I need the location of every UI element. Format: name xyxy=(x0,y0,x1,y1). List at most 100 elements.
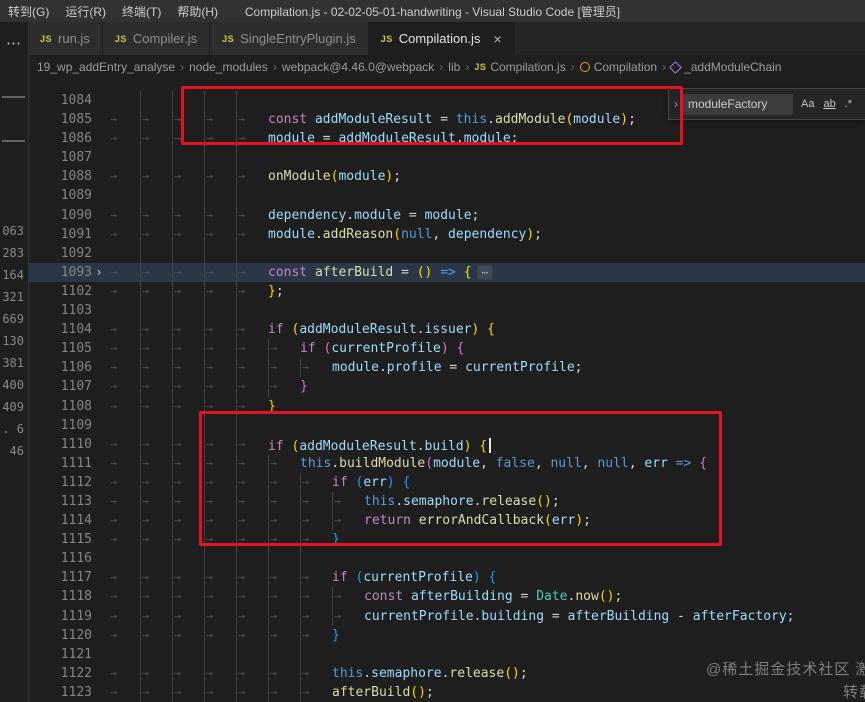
code-line[interactable]: 1112 → → → → → → → if (err) { xyxy=(28,473,865,492)
line-number[interactable]: 1104 xyxy=(28,320,92,339)
line-number[interactable]: 1112 xyxy=(28,473,92,492)
whole-word-toggle[interactable]: ab xyxy=(820,97,838,111)
code-line[interactable]: 1089 xyxy=(28,186,865,205)
line-number[interactable]: 1118 xyxy=(28,587,92,606)
code-line[interactable]: 1109 xyxy=(28,416,865,435)
menu-item[interactable]: 终端(T) xyxy=(114,0,169,22)
clipped-line-number[interactable]: 400 xyxy=(2,378,24,392)
line-number[interactable]: 1088 xyxy=(28,167,92,186)
line-number[interactable]: 1103 xyxy=(28,301,92,320)
code-line[interactable]: 1113 → → → → → → → → this.semaphore.release(); xyxy=(28,492,865,511)
clipped-line-number[interactable]: 130 xyxy=(2,334,24,348)
code-line[interactable]: 1090 → → → → → dependency.module = module; xyxy=(28,206,865,225)
line-number[interactable]: 1109 xyxy=(28,416,92,435)
code-line[interactable]: 1088 → → → → → onModule(module); xyxy=(28,167,865,186)
clipped-line-number[interactable]: 381 xyxy=(2,356,24,370)
code-line[interactable]: 1106 → → → → → → → module.profile = currentProfi… xyxy=(28,358,865,377)
line-number[interactable]: 1086 xyxy=(28,129,92,148)
code-line[interactable]: 1117 → → → → → → → if (currentProfile) { xyxy=(28,568,865,587)
line-number[interactable]: 1121 xyxy=(28,645,92,664)
find-input[interactable] xyxy=(683,93,793,115)
code-line[interactable]: 1087 xyxy=(28,148,865,167)
clipped-line-number[interactable]: 164 xyxy=(2,268,24,282)
line-number[interactable]: 1089 xyxy=(28,186,92,205)
menu-item[interactable]: 运行(R) xyxy=(57,0,114,22)
code-line[interactable]: 1103 xyxy=(28,301,865,320)
code-line[interactable]: 1114 → → → → → → → → return errorAndCallback(err)… xyxy=(28,511,865,530)
editor-tab[interactable]: JS Compilation.js × xyxy=(368,22,515,55)
clipped-line-number[interactable]: 321 xyxy=(2,290,24,304)
breadcrumb-item[interactable]: lib xyxy=(448,60,460,74)
code-line[interactable]: 1120 → → → → → → →} xyxy=(28,626,865,645)
code-line[interactable]: 1115 → → → → → → →} xyxy=(28,530,865,549)
more-actions-icon[interactable]: ⋯ xyxy=(0,34,28,52)
menu-item[interactable]: 转到(G) xyxy=(0,0,57,22)
line-number[interactable]: 1120 xyxy=(28,626,92,645)
clipped-line-number[interactable]: . 6 xyxy=(2,422,24,436)
line-number[interactable]: 1111 xyxy=(28,454,92,473)
breadcrumb-item[interactable]: JS Compilation.js xyxy=(474,60,565,74)
folded-code-placeholder[interactable]: ⋯ xyxy=(476,264,494,280)
menu-item[interactable]: 帮助(H) xyxy=(169,0,226,22)
editor-tab[interactable]: JS SingleEntryPlugin.js xyxy=(210,22,369,55)
line-number[interactable]: 1087 xyxy=(28,148,92,167)
line-number[interactable]: 1108 xyxy=(28,397,92,416)
indent-tab: → xyxy=(204,626,236,645)
code-line[interactable]: 1092 xyxy=(28,244,865,263)
match-case-toggle[interactable]: Aa xyxy=(798,97,817,111)
line-number[interactable]: 1113 xyxy=(28,492,92,511)
line-number[interactable]: 1084 xyxy=(28,91,92,110)
line-number[interactable]: 1105 xyxy=(28,339,92,358)
line-number[interactable]: 1106 xyxy=(28,358,92,377)
regex-toggle[interactable]: .* xyxy=(842,97,855,111)
line-number[interactable]: 1117 xyxy=(28,568,92,587)
line-number[interactable]: 1107 xyxy=(28,377,92,396)
editor-tab[interactable]: JS Compiler.js xyxy=(102,22,211,55)
line-number[interactable]: 1110 xyxy=(28,435,92,454)
line-number[interactable]: 1102 xyxy=(28,282,92,301)
close-icon[interactable]: × xyxy=(493,32,501,46)
line-number[interactable]: 1123 xyxy=(28,683,92,702)
breadcrumb-item[interactable]: node_modules xyxy=(189,60,268,74)
code-line[interactable]: 1105 → → → → → → if (currentProfile) { xyxy=(28,339,865,358)
code-line[interactable]: 1123 → → → → → → → afterBuild(); xyxy=(28,683,865,702)
code-line[interactable]: 1104 → → → → → if (addModuleResult.issuer) { xyxy=(28,320,865,339)
line-number[interactable]: 1115 xyxy=(28,530,92,549)
fold-chevron-icon[interactable]: › xyxy=(92,263,106,282)
breadcrumb-item[interactable]: Compilation xyxy=(579,60,658,74)
line-number[interactable]: 1093 xyxy=(28,263,92,282)
code-line[interactable]: 1118 → → → → → → → → const afterBuilding = Date.n… xyxy=(28,587,865,606)
line-number[interactable]: 1085 xyxy=(28,110,92,129)
breadcrumb-item[interactable]: 19_wp_addEntry_analyse xyxy=(37,60,175,74)
code-line[interactable]: 1108 → → → → →} xyxy=(28,397,865,416)
code-line[interactable]: 1086 → → → → → module = addModuleResult.module… xyxy=(28,129,865,148)
breadcrumb-item[interactable]: webpack@4.46.0@webpack xyxy=(282,60,434,74)
code-token: const xyxy=(268,264,315,280)
breadcrumb-label: Compilation xyxy=(593,60,658,74)
line-number[interactable]: 1091 xyxy=(28,225,92,244)
line-number[interactable]: 1092 xyxy=(28,244,92,263)
clipped-line-number[interactable]: 283 xyxy=(2,246,24,260)
code-line[interactable]: 1119 → → → → → → → → currentProfile.building = af… xyxy=(28,607,865,626)
code-line[interactable]: 1116 xyxy=(28,549,865,568)
code-editor[interactable]: 1084 1085 → → → → → const addModuleResult = thi… xyxy=(28,79,865,702)
clipped-line-number[interactable]: 063 xyxy=(2,224,24,238)
code-line[interactable]: 1102 → → → → →}; xyxy=(28,282,865,301)
code-line[interactable]: 1111 → → → → → → this.buildModule(module, false… xyxy=(28,454,865,473)
left-editor-strip[interactable]: ⋯ 063 283 164 321 669 130 381 400 409 . 6 . 46 xyxy=(0,22,29,702)
line-number[interactable]: 1116 xyxy=(28,549,92,568)
breadcrumb-item[interactable]: _addModuleChain xyxy=(669,60,781,74)
clipped-line-number[interactable]: . 46 xyxy=(0,444,24,458)
code-line[interactable]: 1091 → → → → → module.addReason(null, dependen… xyxy=(28,225,865,244)
toggle-replace-chevron-icon[interactable]: › xyxy=(669,97,683,111)
editor-tab[interactable]: JS run.js xyxy=(28,22,103,55)
line-number[interactable]: 1119 xyxy=(28,607,92,626)
line-number[interactable]: 1114 xyxy=(28,511,92,530)
code-line[interactable]: 1093 › → → → → → const afterBuild = () => {⋯ xyxy=(28,262,865,282)
clipped-line-number[interactable]: 409 xyxy=(2,400,24,414)
clipped-line-number[interactable]: 669 xyxy=(2,312,24,326)
code-line[interactable]: 1107 → → → → → →} xyxy=(28,377,865,396)
line-number[interactable]: 1122 xyxy=(28,664,92,683)
line-number[interactable]: 1090 xyxy=(28,206,92,225)
code-line[interactable]: 1110 → → → → → if (addModuleResult.build) { xyxy=(28,435,865,454)
